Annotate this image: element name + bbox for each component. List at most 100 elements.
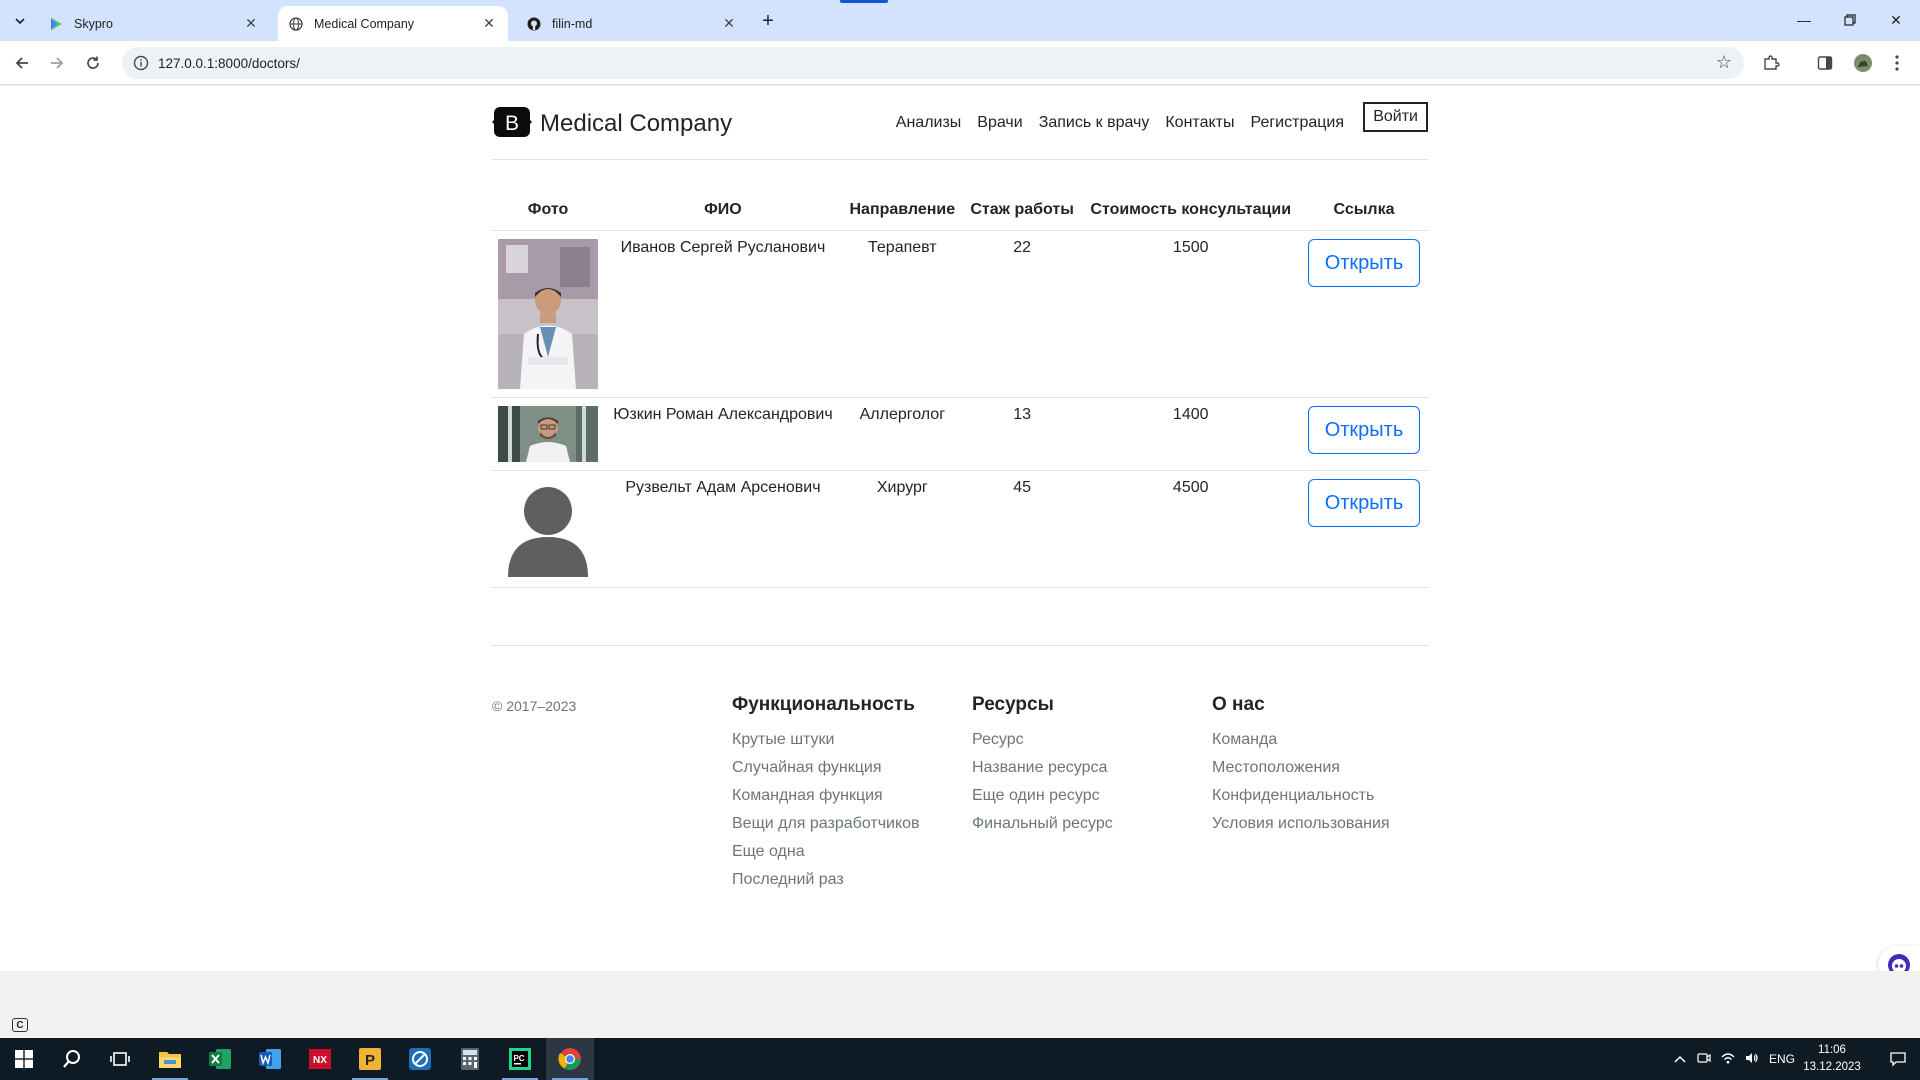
minimize-button[interactable]: — <box>1782 8 1826 32</box>
restore-icon <box>1844 14 1856 26</box>
footer-link[interactable]: Конфиденциальность <box>1212 782 1390 810</box>
footer-column-title: Функциональность <box>732 694 915 715</box>
taskbar-app-blue[interactable] <box>396 1038 444 1080</box>
taskbar-nx[interactable]: NX <box>296 1038 344 1080</box>
start-button[interactable] <box>0 1038 48 1080</box>
doctor-name: Рузвельт Адам Арсенович <box>604 470 842 588</box>
nav-link-doctors[interactable]: Врачи <box>969 114 1030 132</box>
extensions-button[interactable] <box>1758 50 1784 76</box>
nav-link-analyses[interactable]: Анализы <box>888 114 970 132</box>
doctor-price: 1400 <box>1081 397 1300 471</box>
skypro-favicon-icon <box>48 16 64 32</box>
language-indicator[interactable]: ENG <box>1764 1052 1800 1066</box>
site-info-icon[interactable] <box>126 48 156 78</box>
taskbar-chrome[interactable] <box>546 1038 594 1080</box>
p-app-icon: P <box>359 1048 381 1070</box>
meet-now-icon[interactable] <box>1692 1052 1716 1067</box>
word-icon <box>259 1049 281 1069</box>
link-cell: Открыть <box>1299 230 1428 398</box>
reload-button[interactable] <box>80 50 106 76</box>
bootstrap-logo-icon[interactable]: B <box>492 106 532 138</box>
link-cell: Открыть <box>1299 470 1428 588</box>
restore-button[interactable] <box>1828 8 1872 32</box>
tab-skypro[interactable]: Skypro ✕ <box>38 6 270 41</box>
footer-link[interactable]: Местоположения <box>1212 754 1390 782</box>
taskbar-excel[interactable] <box>196 1038 244 1080</box>
new-tab-button[interactable]: + <box>756 9 780 33</box>
taskbar-word[interactable] <box>246 1038 294 1080</box>
close-icon[interactable]: ✕ <box>242 15 260 33</box>
taskbar-search-button[interactable] <box>48 1038 96 1080</box>
nav-link-contacts[interactable]: Контакты <box>1157 114 1242 132</box>
taskbar-app-p[interactable]: P <box>346 1038 394 1080</box>
footer-link[interactable]: Условия использования <box>1212 810 1390 838</box>
footer-link[interactable]: Еще одна <box>732 838 920 866</box>
excel-icon <box>209 1049 231 1069</box>
site-brand-name[interactable]: Medical Company <box>540 110 732 138</box>
pycharm-icon: PC <box>509 1048 531 1070</box>
footer-column-features: Функциональность Крутые штуки Случайная … <box>732 694 920 894</box>
close-icon[interactable]: ✕ <box>720 15 738 33</box>
tab-medical-company[interactable]: Medical Company ✕ <box>278 6 508 41</box>
extension-c-icon[interactable]: C <box>12 1018 28 1032</box>
bookmark-star-icon[interactable]: ☆ <box>1716 52 1732 73</box>
table-row: Рузвельт Адам Арсенович Хирург 45 4500 О… <box>492 470 1428 588</box>
footer-link[interactable]: Крутые штуки <box>732 726 920 754</box>
nav-link-appointment[interactable]: Запись к врачу <box>1031 114 1158 132</box>
doctor-experience: 13 <box>962 397 1082 471</box>
footer-link[interactable]: Последний раз <box>732 866 920 894</box>
taskbar-clock[interactable]: 11:06 13.12.2023 <box>1800 1042 1864 1076</box>
tab-title: Medical Company <box>314 16 415 31</box>
footer-link[interactable]: Еще один ресурс <box>972 782 1113 810</box>
footer-link[interactable]: Ресурс <box>972 726 1113 754</box>
footer-column-title: Ресурсы <box>972 694 1054 715</box>
open-doctor-button[interactable]: Открыть <box>1307 238 1421 287</box>
footer-link[interactable]: Название ресурса <box>972 754 1113 782</box>
browser-menu-button[interactable] <box>1884 50 1910 76</box>
chevron-up-icon[interactable] <box>1668 1052 1692 1066</box>
svg-text:PC: PC <box>513 1054 524 1063</box>
clock-date: 13.12.2023 <box>1803 1061 1861 1073</box>
wifi-icon[interactable] <box>1716 1052 1740 1067</box>
tab-filin-md[interactable]: filin-md ✕ <box>516 6 748 41</box>
taskbar-calculator[interactable] <box>446 1038 494 1080</box>
doctors-table: Фото ФИО Направление Стаж работы Стоимос… <box>492 190 1428 588</box>
main-nav: Анализы Врачи Запись к врачу Контакты Ре… <box>888 114 1352 132</box>
close-window-button[interactable]: ✕ <box>1874 8 1918 32</box>
back-button[interactable] <box>9 50 35 76</box>
footer-link[interactable]: Командная функция <box>732 782 920 810</box>
notifications-button[interactable] <box>1878 1038 1918 1080</box>
doctor-experience: 22 <box>962 230 1082 398</box>
taskbar-pycharm[interactable]: PC <box>496 1038 544 1080</box>
table-header-row: Фото ФИО Направление Стаж работы Стоимос… <box>492 190 1428 231</box>
open-doctor-button[interactable]: Открыть <box>1307 478 1421 527</box>
photo-cell <box>492 397 604 471</box>
doctor-photo <box>498 405 598 462</box>
arrow-left-icon <box>15 57 28 69</box>
tab-search-button[interactable] <box>8 9 32 33</box>
folder-icon <box>159 1052 181 1068</box>
system-tray: ENG <box>1668 1038 1800 1080</box>
footer-link[interactable]: Команда <box>1212 726 1390 754</box>
footer-link[interactable]: Финальный ресурс <box>972 810 1113 838</box>
task-view-button[interactable] <box>96 1038 144 1080</box>
browser-tab-bar: Skypro ✕ Medical Company ✕ filin-md ✕ + … <box>0 0 1920 41</box>
url-text[interactable]: 127.0.0.1:8000/doctors/ <box>158 56 300 71</box>
login-button[interactable]: Войти <box>1363 102 1428 132</box>
close-icon[interactable]: ✕ <box>480 15 498 33</box>
footer-link[interactable]: Вещи для разработчиков <box>732 810 920 838</box>
side-panel-button[interactable] <box>1812 50 1838 76</box>
svg-text:NX: NX <box>313 1055 327 1066</box>
copyright-text: © 2017–2023 <box>492 698 577 714</box>
column-header-experience: Стаж работы <box>962 190 1082 231</box>
address-bar[interactable]: 127.0.0.1:8000/doctors/ ☆ <box>122 47 1744 79</box>
volume-icon[interactable] <box>1740 1052 1764 1067</box>
forward-button[interactable] <box>44 50 70 76</box>
site-header: B Medical Company Анализы Врачи Запись к… <box>492 86 1428 160</box>
open-doctor-button[interactable]: Открыть <box>1307 405 1421 454</box>
profile-avatar[interactable] <box>1850 50 1876 76</box>
footer-link[interactable]: Случайная функция <box>732 754 920 782</box>
svg-text:P: P <box>365 1052 375 1069</box>
nav-link-registration[interactable]: Регистрация <box>1242 114 1352 132</box>
taskbar-file-explorer[interactable] <box>146 1038 194 1080</box>
